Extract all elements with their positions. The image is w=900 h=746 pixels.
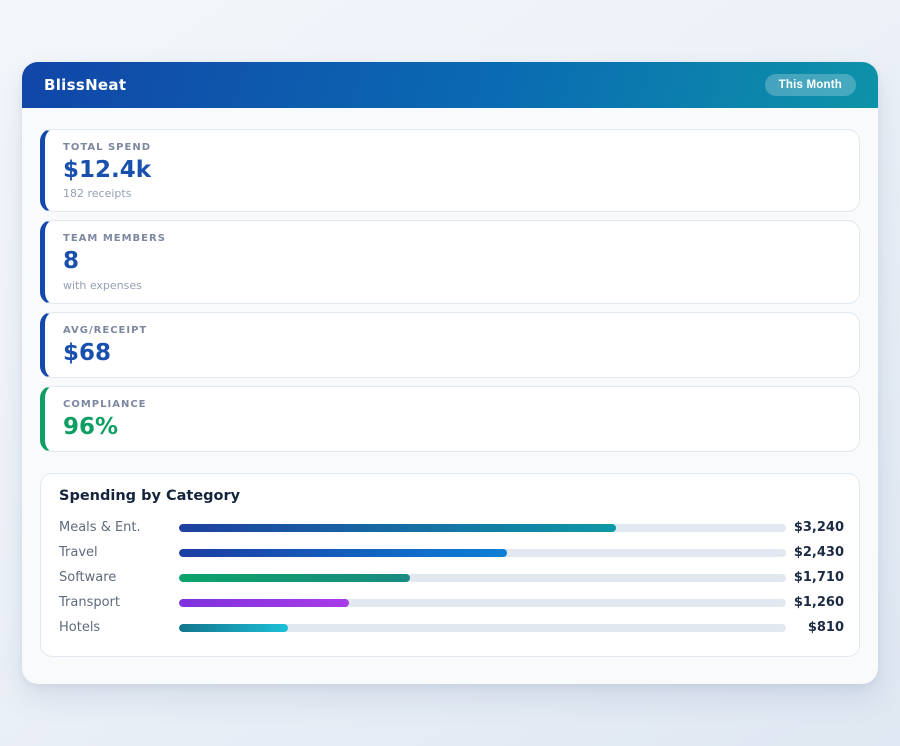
- category-row: Software $1,710: [59, 565, 844, 590]
- stat-card-compliance: COMPLIANCE 96%: [40, 386, 860, 452]
- stat-card-team-members: TEAM MEMBERS 8 with expenses: [40, 220, 860, 303]
- stat-value: $68: [63, 341, 841, 366]
- spending-by-category-card: Spending by Category Meals & Ent. $3,240…: [40, 473, 860, 657]
- category-label: Travel: [59, 545, 179, 560]
- stat-subtext: 182 receipts: [63, 187, 841, 200]
- stat-label: COMPLIANCE: [63, 399, 841, 410]
- bar-fill: [179, 549, 507, 557]
- stat-card-avg-receipt: AVG/RECEIPT $68: [40, 312, 860, 378]
- category-label: Transport: [59, 595, 179, 610]
- bar-fill: [179, 574, 410, 582]
- bar-track: [179, 524, 786, 532]
- app-title: BlissNeat: [44, 76, 126, 94]
- stat-label: AVG/RECEIPT: [63, 325, 841, 336]
- bar-track: [179, 599, 786, 607]
- category-label: Hotels: [59, 620, 179, 635]
- category-row: Hotels $810: [59, 615, 844, 640]
- category-row: Travel $2,430: [59, 540, 844, 565]
- bar-track: [179, 549, 786, 557]
- dashboard-panel: BlissNeat This Month TOTAL SPEND $12.4k …: [22, 62, 878, 684]
- stat-label: TOTAL SPEND: [63, 142, 841, 153]
- bar-track: [179, 574, 786, 582]
- category-value: $1,710: [786, 570, 844, 585]
- stat-value: $12.4k: [63, 158, 841, 183]
- bar-track: [179, 624, 786, 632]
- category-value: $810: [786, 620, 844, 635]
- stat-value: 96%: [63, 415, 841, 440]
- category-label: Software: [59, 570, 179, 585]
- stat-value: 8: [63, 249, 841, 274]
- bar-fill: [179, 524, 616, 532]
- stat-card-total-spend: TOTAL SPEND $12.4k 182 receipts: [40, 129, 860, 212]
- stat-subtext: with expenses: [63, 279, 841, 292]
- bar-fill: [179, 599, 349, 607]
- section-title: Spending by Category: [59, 488, 844, 504]
- app-header: BlissNeat This Month: [22, 62, 878, 108]
- stat-label: TEAM MEMBERS: [63, 233, 841, 244]
- category-value: $3,240: [786, 520, 844, 535]
- category-row: Transport $1,260: [59, 590, 844, 615]
- category-label: Meals & Ent.: [59, 520, 179, 535]
- category-value: $1,260: [786, 595, 844, 610]
- category-value: $2,430: [786, 545, 844, 560]
- period-badge[interactable]: This Month: [765, 74, 856, 96]
- bar-fill: [179, 624, 288, 632]
- category-row: Meals & Ent. $3,240: [59, 515, 844, 540]
- dashboard-content: TOTAL SPEND $12.4k 182 receipts TEAM MEM…: [22, 108, 878, 657]
